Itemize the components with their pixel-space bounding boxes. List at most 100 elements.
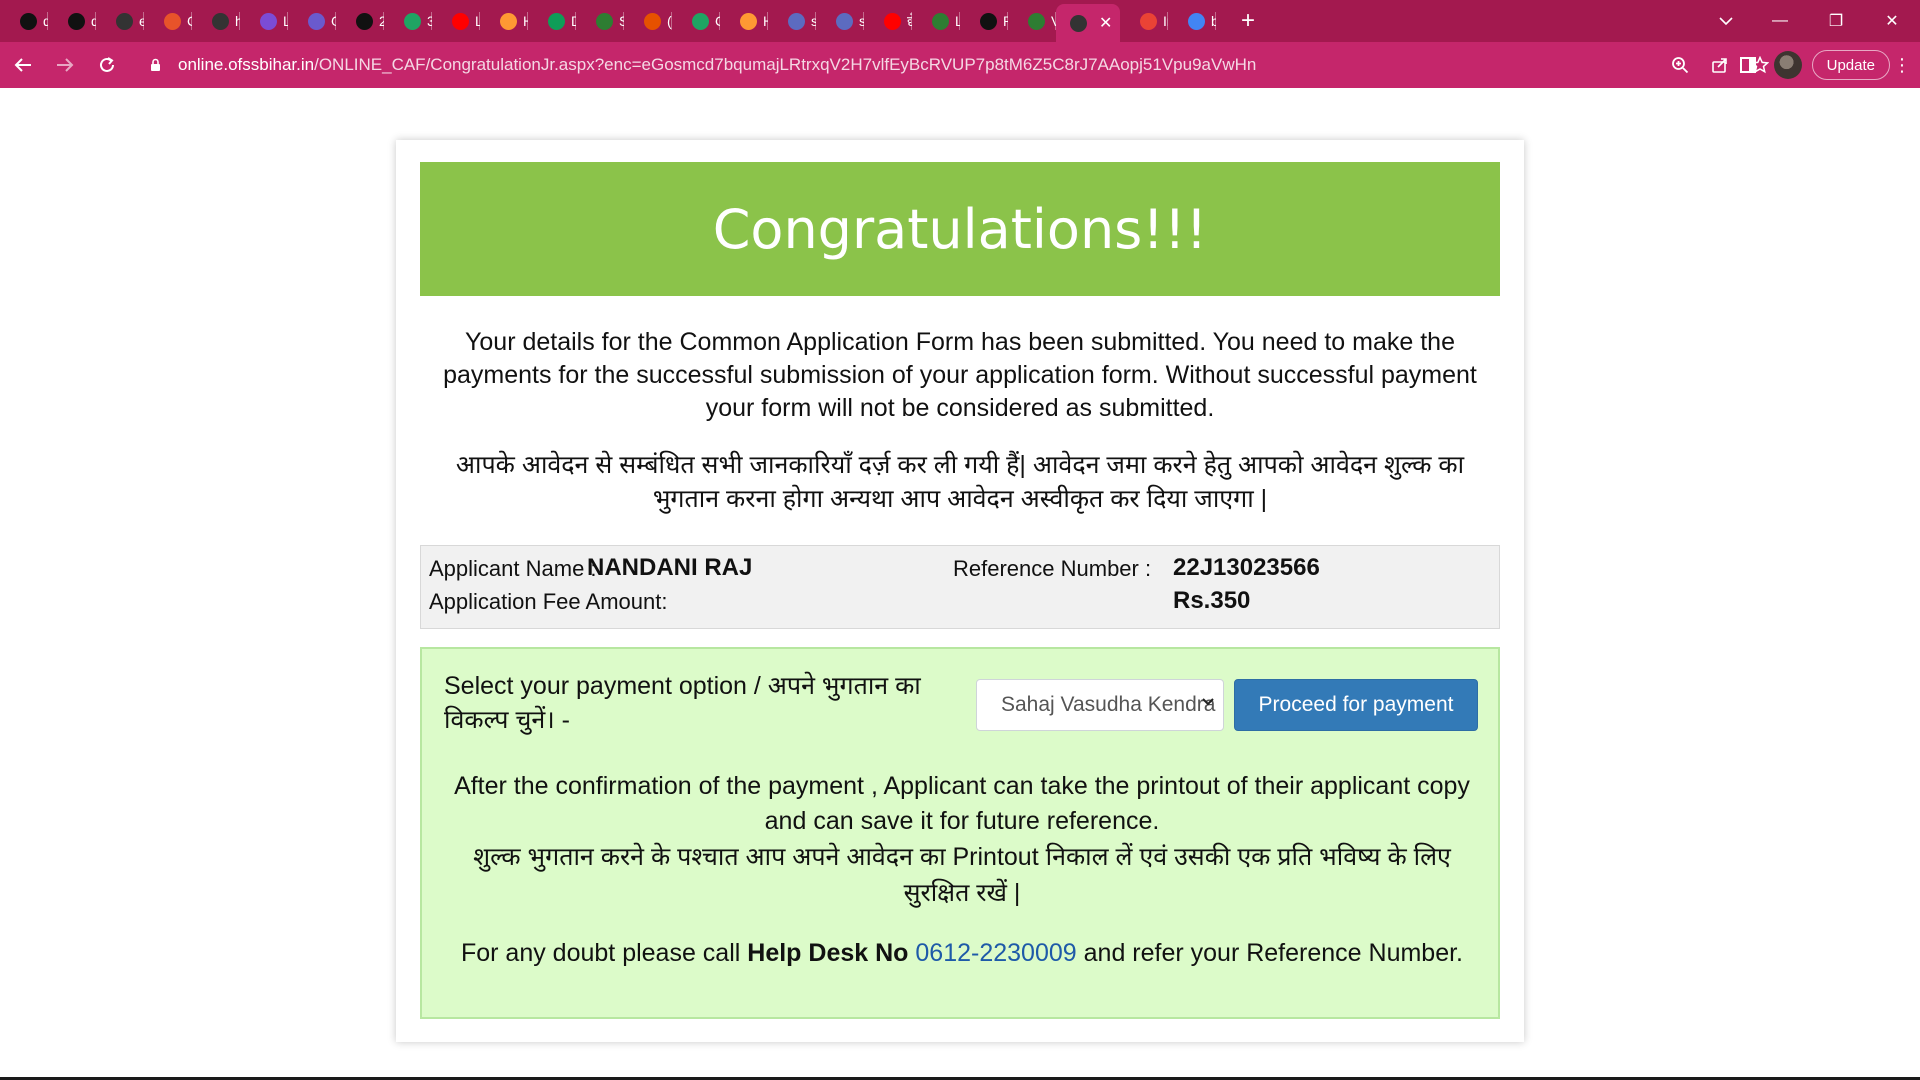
help-desk-line: For any doubt please call Help Desk No 0… bbox=[432, 939, 1492, 968]
tab-list: dsdsenClhtLcGi2[3.LeHD:Sc(8C(HsasaछेLiRi… bbox=[0, 0, 1216, 42]
back-button[interactable] bbox=[4, 46, 42, 84]
lock-icon[interactable] bbox=[148, 58, 162, 72]
browser-tab[interactable]: sa bbox=[768, 0, 816, 42]
tab-title: bi bbox=[1211, 13, 1216, 29]
browser-tab[interactable]: D: bbox=[528, 0, 576, 42]
payment-option-selected: Sahaj Vasudha Kendra bbox=[1001, 693, 1216, 716]
browser-tab[interactable]: H bbox=[480, 0, 528, 42]
chevron-down-icon bbox=[1719, 17, 1733, 26]
zoom-icon[interactable] bbox=[1660, 47, 1700, 83]
browser-tab[interactable]: C( bbox=[672, 0, 720, 42]
banner-title: Congratulations!!! bbox=[712, 197, 1208, 261]
new-tab-button[interactable]: + bbox=[1228, 0, 1268, 42]
youtube-icon bbox=[452, 12, 469, 30]
side-panel-button[interactable] bbox=[1730, 47, 1766, 83]
infinity-icon bbox=[932, 12, 949, 30]
browser-tab[interactable]: Sc bbox=[576, 0, 624, 42]
browser-tab[interactable]: In bbox=[1120, 0, 1168, 42]
tab-search-button[interactable] bbox=[1706, 0, 1746, 42]
youtube-icon bbox=[884, 12, 901, 30]
browser-tab[interactable]: (8 bbox=[624, 0, 672, 42]
browser-tab[interactable]: 3. bbox=[384, 0, 432, 42]
congratulation-card: Congratulations!!! Your details for the … bbox=[396, 140, 1524, 1042]
nv-icon bbox=[356, 12, 373, 30]
browser-tab[interactable]: Ri bbox=[960, 0, 1008, 42]
bolt-icon bbox=[308, 12, 325, 30]
google-icon bbox=[1188, 12, 1205, 30]
submission-message-en: Your details for the Common Application … bbox=[443, 328, 1477, 422]
url-path: /ONLINE_CAF/CongratulationJr.aspx?enc=eG… bbox=[314, 55, 1257, 74]
printout-note-en: After the confirmation of the payment , … bbox=[454, 772, 1470, 835]
proceed-for-payment-button[interactable]: Proceed for payment bbox=[1234, 679, 1478, 731]
url-host: online.ofssbihar.in bbox=[178, 55, 315, 74]
browser-tab[interactable]: Gi bbox=[288, 0, 336, 42]
arrow-left-icon bbox=[14, 58, 31, 72]
payment-option-select[interactable]: Sahaj Vasudha Kendra bbox=[976, 679, 1224, 731]
browser-tab[interactable]: ds bbox=[0, 0, 48, 42]
proceed-label: Proceed for payment bbox=[1258, 693, 1454, 716]
arrow-right-icon bbox=[57, 58, 74, 72]
browser-tab[interactable]: Cl bbox=[144, 0, 192, 42]
printout-note-hi: शुल्क भुगतान करने के पश्चात आप अपने आवेद… bbox=[473, 843, 1451, 907]
minimize-button[interactable]: — bbox=[1752, 0, 1808, 42]
side-panel-icon bbox=[1739, 57, 1756, 73]
gmail-icon bbox=[1140, 12, 1157, 30]
infinity-icon bbox=[596, 12, 613, 30]
hand-icon bbox=[644, 12, 661, 30]
browser-tab[interactable]: bi bbox=[1168, 0, 1216, 42]
payment-option-label: Select your payment option / अपने भुगतान… bbox=[444, 672, 921, 734]
flag-icon bbox=[500, 12, 517, 30]
browser-tab[interactable]: ds bbox=[48, 0, 96, 42]
infinity-icon bbox=[1028, 12, 1045, 30]
reload-button[interactable] bbox=[88, 46, 126, 84]
browser-toolbar: online.ofssbihar.in/ONLINE_CAF/Congratul… bbox=[0, 42, 1920, 88]
fee-amount-label: Application Fee Amount: bbox=[429, 589, 668, 614]
flag-icon bbox=[740, 12, 757, 30]
restore-button[interactable]: ❐ bbox=[1808, 0, 1864, 42]
browser-tab[interactable]: Ve bbox=[1008, 0, 1056, 42]
fee-amount-value: Rs.350 bbox=[1173, 587, 1251, 614]
github-icon bbox=[68, 12, 85, 30]
close-tab-icon[interactable]: ✕ bbox=[1099, 13, 1112, 33]
globe-icon bbox=[212, 12, 229, 30]
browser-tab[interactable]: Le bbox=[432, 0, 480, 42]
applicant-name-label: Applicant Name : bbox=[429, 556, 597, 581]
browser-tab[interactable]: 2[ bbox=[336, 0, 384, 42]
reload-icon bbox=[100, 57, 114, 72]
window-controls: — ❐ ✕ bbox=[1752, 0, 1920, 42]
browser-tab[interactable]: H bbox=[720, 0, 768, 42]
globe-icon bbox=[1070, 14, 1087, 32]
toolbar-right: Update ⋮ bbox=[1730, 46, 1914, 84]
profile-avatar[interactable] bbox=[1773, 51, 1802, 79]
browser-tab[interactable]: ht bbox=[192, 0, 240, 42]
drive-icon bbox=[692, 12, 709, 30]
congratulation-banner: Congratulations!!! bbox=[420, 162, 1500, 296]
update-label: Update bbox=[1826, 56, 1875, 74]
plus-icon bbox=[548, 12, 565, 30]
browser-tab[interactable]: ✕ bbox=[1056, 4, 1120, 42]
reference-number-value: 22J13023566 bbox=[1173, 554, 1320, 581]
help-desk-label: Help Desk No bbox=[747, 939, 909, 967]
browser-tab[interactable]: en bbox=[96, 0, 144, 42]
image-icon bbox=[788, 12, 805, 30]
submission-message-hi: आपके आवेदन से सम्बंधित सभी जानकारियाँ दर… bbox=[455, 451, 1465, 513]
browser-tab[interactable]: sa bbox=[816, 0, 864, 42]
help-desk-number-link[interactable]: 0612-2230009 bbox=[915, 939, 1076, 967]
help-prefix: For any doubt please call bbox=[460, 939, 741, 967]
browser-tab[interactable]: Lc bbox=[240, 0, 288, 42]
browser-menu-icon[interactable]: ⋮ bbox=[1890, 55, 1914, 76]
globe-icon bbox=[116, 12, 133, 30]
forward-button[interactable] bbox=[46, 46, 84, 84]
browser-tab[interactable]: छे bbox=[864, 0, 912, 42]
image-icon bbox=[836, 12, 853, 30]
github-icon bbox=[20, 12, 37, 30]
browser-tab[interactable]: Li bbox=[912, 0, 960, 42]
url-text[interactable]: online.ofssbihar.in/ONLINE_CAF/Congratul… bbox=[178, 55, 1256, 75]
update-button[interactable]: Update bbox=[1811, 50, 1890, 80]
applicant-info-panel: Applicant Name : NANDANI RAJ Reference N… bbox=[420, 545, 1500, 629]
applicant-name-value: NANDANI RAJ bbox=[587, 554, 753, 581]
chevron-down-icon bbox=[1201, 694, 1215, 712]
reference-number-label: Reference Number : bbox=[953, 556, 1152, 581]
address-bar[interactable]: online.ofssbihar.in/ONLINE_CAF/Congratul… bbox=[140, 47, 1780, 83]
close-window-button[interactable]: ✕ bbox=[1864, 0, 1920, 42]
